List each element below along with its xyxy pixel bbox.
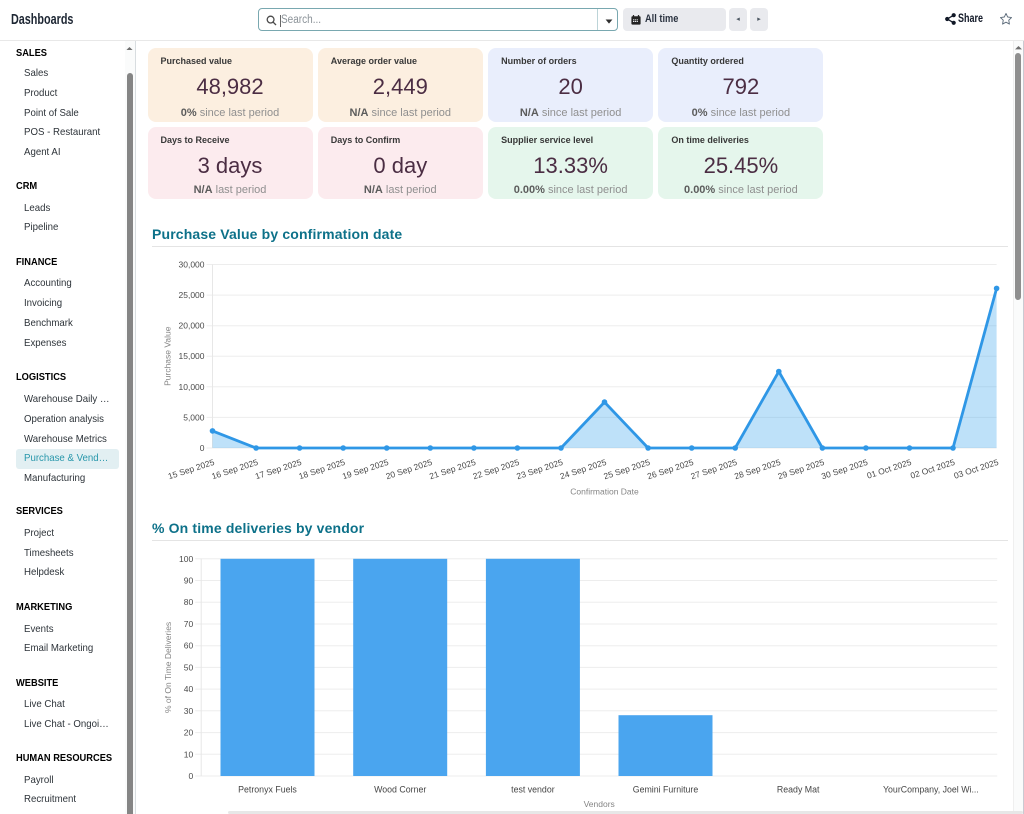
svg-text:Petronyx Fuels: Petronyx Fuels: [238, 785, 297, 795]
svg-text:0: 0: [188, 771, 193, 781]
svg-text:19 Sep 2025: 19 Sep 2025: [341, 457, 390, 481]
svg-text:24 Sep 2025: 24 Sep 2025: [559, 457, 608, 481]
svg-text:Ready Mat: Ready Mat: [777, 785, 820, 795]
svg-text:100: 100: [179, 554, 193, 564]
svg-text:10,000: 10,000: [179, 382, 205, 392]
svg-text:26 Sep 2025: 26 Sep 2025: [646, 457, 695, 481]
svg-text:01 Oct 2025: 01 Oct 2025: [865, 457, 912, 481]
svg-text:27 Sep 2025: 27 Sep 2025: [689, 457, 738, 481]
svg-text:test vendor: test vendor: [511, 785, 555, 795]
svg-text:60: 60: [184, 641, 194, 651]
svg-text:02 Oct 2025: 02 Oct 2025: [909, 457, 956, 481]
svg-text:23 Sep 2025: 23 Sep 2025: [515, 457, 564, 481]
svg-text:25,000: 25,000: [179, 290, 205, 300]
svg-text:25 Sep 2025: 25 Sep 2025: [602, 457, 651, 481]
svg-text:17 Sep 2025: 17 Sep 2025: [254, 457, 303, 481]
svg-text:28 Sep 2025: 28 Sep 2025: [733, 457, 782, 481]
svg-text:% of On Time Deliveries: % of On Time Deliveries: [163, 622, 173, 713]
svg-text:22 Sep 2025: 22 Sep 2025: [472, 457, 521, 481]
svg-text:29 Sep 2025: 29 Sep 2025: [777, 457, 826, 481]
svg-text:15 Sep 2025: 15 Sep 2025: [167, 457, 216, 481]
svg-text:50: 50: [184, 662, 194, 672]
svg-text:20 Sep 2025: 20 Sep 2025: [384, 457, 433, 481]
svg-text:21 Sep 2025: 21 Sep 2025: [428, 457, 477, 481]
svg-text:Wood Corner: Wood Corner: [374, 785, 426, 795]
svg-text:20: 20: [184, 728, 194, 738]
svg-text:40: 40: [184, 684, 194, 694]
svg-text:30 Sep 2025: 30 Sep 2025: [820, 457, 869, 481]
svg-text:30: 30: [184, 706, 194, 716]
svg-text:20,000: 20,000: [179, 321, 205, 331]
svg-text:15,000: 15,000: [179, 351, 205, 361]
svg-text:18 Sep 2025: 18 Sep 2025: [297, 457, 346, 481]
svg-text:Gemini Furniture: Gemini Furniture: [633, 785, 699, 795]
svg-text:Purchase Value: Purchase Value: [163, 326, 173, 386]
svg-text:16 Sep 2025: 16 Sep 2025: [210, 457, 259, 481]
svg-text:5,000: 5,000: [183, 412, 205, 422]
svg-text:10: 10: [184, 749, 194, 759]
svg-text:YourCompany, Joel Wi...: YourCompany, Joel Wi...: [883, 785, 979, 795]
svg-text:90: 90: [184, 576, 194, 586]
svg-text:30,000: 30,000: [179, 260, 205, 270]
svg-text:03 Oct 2025: 03 Oct 2025: [953, 457, 1000, 481]
svg-text:70: 70: [184, 619, 194, 629]
svg-text:Confirmation Date: Confirmation Date: [570, 487, 639, 497]
svg-text:Vendors: Vendors: [584, 799, 615, 809]
svg-text:80: 80: [184, 597, 194, 607]
svg-text:0: 0: [200, 443, 205, 453]
